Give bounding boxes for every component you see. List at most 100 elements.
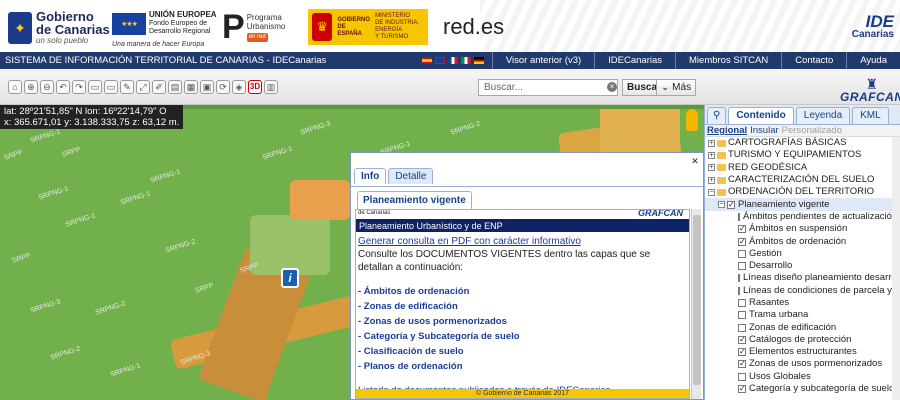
flag-es-icon[interactable] [421, 57, 432, 64]
gobierno-canarias-logo[interactable]: ✦ Gobierno de Canarias un solo pueblo [8, 10, 110, 45]
flag-fr-icon[interactable] [447, 57, 458, 64]
link-zonas-usos[interactable]: - Zonas de usos pormenorizados [358, 314, 687, 329]
layers-icon[interactable]: ▤ [168, 80, 182, 94]
tree-item[interactable]: ✓ Ámbitos de ordenación [705, 235, 900, 247]
pdf-link[interactable]: Generar consulta en PDF con carácter inf… [358, 236, 581, 247]
more-button[interactable]: ⌄ Más [656, 79, 697, 96]
layer-checkbox[interactable] [738, 262, 746, 271]
back-icon[interactable]: ↶ [56, 80, 70, 94]
tree-item[interactable]: Zonas de edificación [705, 321, 900, 333]
draw-icon[interactable]: ✐ [152, 80, 166, 94]
tab-info[interactable]: Info [354, 168, 387, 184]
layer-checkbox[interactable]: ✓ [738, 385, 746, 394]
view-3d-button[interactable]: 3D [248, 80, 262, 94]
tree-item[interactable]: + TURISMO Y EQUIPAMIENTOS [705, 149, 900, 161]
scrollbar-thumb[interactable] [693, 215, 701, 385]
clear-search-icon[interactable]: × [607, 82, 617, 92]
pan-icon[interactable]: ▭ [88, 80, 102, 94]
settings-icon[interactable]: ▥ [264, 80, 278, 94]
layer-checkbox[interactable]: ✓ [738, 335, 746, 344]
panel-scrollbar[interactable] [892, 137, 900, 400]
link-zonas-edificacion[interactable]: - Zonas de edificación [358, 299, 687, 314]
tree-item[interactable]: Usos Globales [705, 371, 900, 383]
pegman-icon[interactable] [686, 109, 698, 131]
link-ambitos[interactable]: - Ámbitos de ordenación [358, 284, 687, 299]
layers-panel: ⚲ Contenido Leyenda KML Regional Insular… [704, 105, 900, 400]
nav-idecanarias[interactable]: IDECanarias [594, 52, 675, 69]
expand-icon[interactable]: + [708, 176, 715, 184]
overview-icon[interactable]: ◈ [232, 80, 246, 94]
tab-detalle[interactable]: Detalle [388, 168, 434, 184]
collapse-icon[interactable]: − [718, 201, 725, 209]
link-categoria[interactable]: - Categoría y Subcategoría de suelo [358, 329, 687, 344]
tree-item[interactable]: Trama urbana [705, 309, 900, 321]
select-icon[interactable]: ▭ [104, 80, 118, 94]
subtab-insular[interactable]: Insular [750, 125, 779, 136]
layer-checkbox[interactable] [738, 311, 746, 320]
zoom-out-icon[interactable]: ⊖ [40, 80, 54, 94]
ide-canarias-logo[interactable]: IDE Canarias [852, 13, 894, 40]
tab-planeamiento-vigente[interactable]: Planeamiento vigente [357, 191, 472, 211]
measure-icon[interactable]: ✎ [120, 80, 134, 94]
layer-checkbox[interactable]: ✓ [738, 225, 746, 234]
search-input[interactable]: Buscar... [478, 79, 618, 96]
tree-item[interactable]: ✓ Catálogos de protección [705, 334, 900, 346]
extent-icon[interactable]: ⤢ [136, 80, 150, 94]
tab-kml[interactable]: KML [852, 107, 889, 124]
nav-visor-anterior[interactable]: Visor anterior (v3) [491, 52, 594, 69]
tree-item[interactable]: + RED GEODÉSICA [705, 162, 900, 174]
expand-icon[interactable]: + [708, 151, 715, 159]
info-marker-icon[interactable]: i [281, 268, 299, 288]
layer-checkbox[interactable] [738, 323, 746, 332]
tree-item[interactable]: ✓ Zonas de usos pormenorizados [705, 358, 900, 370]
nav-contacto[interactable]: Contacto [781, 52, 846, 69]
tree-item[interactable]: + CARACTERIZACIÓN DEL SUELO [705, 174, 900, 186]
tree-item[interactable]: − ✓ Planeamiento vigente [705, 198, 900, 211]
layer-checkbox[interactable]: ✓ [738, 348, 746, 357]
forward-icon[interactable]: ↷ [72, 80, 86, 94]
layer-checkbox[interactable] [738, 249, 746, 258]
tree-item[interactable]: ✓ Categoría y subcategoría de suelo [705, 383, 900, 395]
close-icon[interactable]: ✕ [690, 156, 700, 166]
tree-item[interactable]: Rasantes [705, 297, 900, 309]
tree-item[interactable]: ✓ Ámbitos en suspensión [705, 223, 900, 235]
nav-ayuda[interactable]: Ayuda [846, 52, 900, 69]
print-icon[interactable]: ▣ [200, 80, 214, 94]
link-planos[interactable]: - Planos de ordenación [358, 359, 687, 374]
layer-checkbox[interactable]: ✓ [738, 360, 746, 369]
tab-contenido[interactable]: Contenido [728, 107, 794, 124]
home-icon[interactable]: ⌂ [8, 80, 22, 94]
layer-checkbox[interactable]: ✓ [727, 200, 735, 209]
tab-leyenda[interactable]: Leyenda [795, 107, 851, 124]
subtab-regional[interactable]: Regional [707, 125, 747, 136]
flag-it-icon[interactable] [460, 57, 471, 64]
refresh-icon[interactable]: ⟳ [216, 80, 230, 94]
tree-item[interactable]: ✓ Elementos estructurantes [705, 346, 900, 358]
tree-item[interactable]: + CARTOGRAFÍAS BÁSICAS [705, 137, 900, 149]
link-clasificacion[interactable]: - Clasificación de suelo [358, 344, 687, 359]
expand-icon[interactable]: − [708, 188, 715, 196]
flag-de-icon[interactable] [473, 57, 484, 64]
tree-item[interactable]: Gestión [705, 248, 900, 260]
expand-icon[interactable]: + [708, 139, 715, 147]
layer-checkbox[interactable] [738, 274, 740, 283]
grid-icon[interactable]: ▦ [184, 80, 198, 94]
nav-miembros-sitcan[interactable]: Miembros SITCAN [675, 52, 781, 69]
tree-item[interactable]: Líneas diseño planeamiento desarrollo [705, 272, 900, 284]
subtab-personalizado[interactable]: Personalizado [782, 125, 842, 136]
info-scrollbar[interactable] [691, 209, 701, 399]
layer-checkbox[interactable] [738, 212, 740, 221]
layer-checkbox[interactable] [738, 286, 740, 295]
tree-item[interactable]: − ORDENACIÓN DEL TERRITORIO [705, 186, 900, 198]
layer-checkbox[interactable] [738, 299, 746, 307]
tree-item[interactable]: Ámbitos pendientes de actualización en [705, 211, 900, 223]
layer-checkbox[interactable]: ✓ [738, 237, 746, 246]
tree-item[interactable]: Líneas de condiciones de parcela y disp [705, 285, 900, 297]
flag-uk-icon[interactable] [434, 57, 445, 64]
tree-item[interactable]: Desarrollo [705, 260, 900, 272]
layer-checkbox[interactable] [738, 372, 746, 381]
zoom-in-icon[interactable]: ⊕ [24, 80, 38, 94]
expand-icon[interactable]: + [708, 164, 715, 172]
search-icon[interactable]: ⚲ [707, 107, 727, 124]
spain-shield-icon: ♛ [312, 13, 333, 41]
